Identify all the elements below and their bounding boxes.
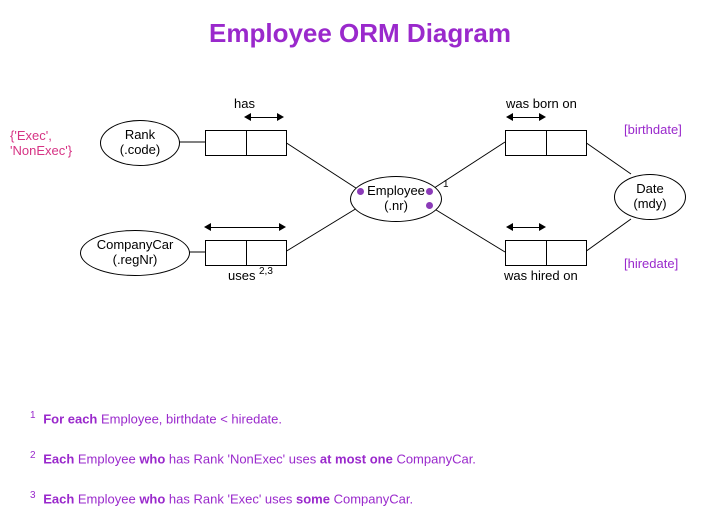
factbox-born bbox=[505, 130, 587, 156]
entity-date: Date (mdy) bbox=[614, 174, 686, 220]
arrow-born bbox=[512, 117, 540, 118]
mandatory-dot-has bbox=[357, 188, 364, 195]
footnote-3: 3 Each Employee who has Rank 'Exec' uses… bbox=[30, 490, 413, 506]
entity-employee-ref: (.nr) bbox=[384, 199, 408, 214]
factbox-uses bbox=[205, 240, 287, 266]
factbox-has bbox=[205, 130, 287, 156]
entity-employee: Employee (.nr) bbox=[350, 176, 442, 222]
footnote-2-num: 2 bbox=[30, 450, 36, 461]
label-hired: was hired on bbox=[504, 268, 578, 283]
diagram-title: Employee ORM Diagram bbox=[0, 18, 720, 49]
arrow-uses bbox=[210, 227, 280, 228]
constraint-hiredate: [hiredate] bbox=[624, 256, 678, 271]
arrow-uses-l bbox=[204, 223, 211, 231]
arrow-has-l bbox=[244, 113, 251, 121]
entity-companycar: CompanyCar (.regNr) bbox=[80, 230, 190, 276]
footnote-2: 2 Each Employee who has Rank 'NonExec' u… bbox=[30, 450, 476, 466]
arrow-uses-r bbox=[279, 223, 286, 231]
factbox-hired bbox=[505, 240, 587, 266]
entity-rank-name: Rank bbox=[125, 128, 155, 143]
footnote-1: 1 For each Employee, birthdate < hiredat… bbox=[30, 410, 282, 426]
footnote-1-num: 1 bbox=[30, 410, 36, 421]
footnote-2-a: Each bbox=[43, 451, 74, 466]
label-uses: uses bbox=[228, 268, 255, 283]
entity-rank: Rank (.code) bbox=[100, 120, 180, 166]
entity-companycar-name: CompanyCar bbox=[97, 238, 174, 253]
footnote-3-b: Employee bbox=[74, 491, 139, 506]
footnote-2-c: who bbox=[139, 451, 165, 466]
arrow-hired-l bbox=[506, 223, 513, 231]
arrow-hired bbox=[512, 227, 540, 228]
footnote-3-c: who bbox=[139, 491, 165, 506]
footnote-3-e: some bbox=[296, 491, 330, 506]
entity-rank-ref: (.code) bbox=[120, 143, 160, 158]
footnote-2-f: CompanyCar. bbox=[393, 451, 476, 466]
entity-companycar-ref: (.regNr) bbox=[113, 253, 158, 268]
footnote-2-e: at most one bbox=[320, 451, 393, 466]
footnote-3-d: has Rank 'Exec' uses bbox=[165, 491, 296, 506]
mandatory-dot-born bbox=[426, 188, 433, 195]
arrow-has-r bbox=[277, 113, 284, 121]
arrow-born-r bbox=[539, 113, 546, 121]
footnote-2-b: Employee bbox=[74, 451, 139, 466]
mandatory-dot-hired bbox=[426, 202, 433, 209]
entity-employee-name: Employee bbox=[367, 184, 425, 199]
entity-date-name: Date bbox=[636, 182, 663, 197]
constraint-birthdate: [birthdate] bbox=[624, 122, 682, 137]
arrow-has bbox=[250, 117, 278, 118]
footnote-1-pre: For each bbox=[43, 411, 97, 426]
footnote-2-d: has Rank 'NonExec' uses bbox=[165, 451, 320, 466]
label-has: has bbox=[234, 96, 255, 111]
footnote-1-mid: Employee, birthdate < hiredate. bbox=[97, 411, 282, 426]
employee-superscript: 1 bbox=[443, 179, 449, 190]
arrow-hired-r bbox=[539, 223, 546, 231]
constraint-rank-values: {'Exec', 'NonExec'} bbox=[10, 128, 90, 158]
entity-date-ref: (mdy) bbox=[633, 197, 666, 212]
footnote-3-a: Each bbox=[43, 491, 74, 506]
footnote-3-f: CompanyCar. bbox=[330, 491, 413, 506]
footnote-3-num: 3 bbox=[30, 490, 36, 501]
label-born: was born on bbox=[506, 96, 577, 111]
label-uses-sup: 2,3 bbox=[259, 266, 273, 277]
arrow-born-l bbox=[506, 113, 513, 121]
